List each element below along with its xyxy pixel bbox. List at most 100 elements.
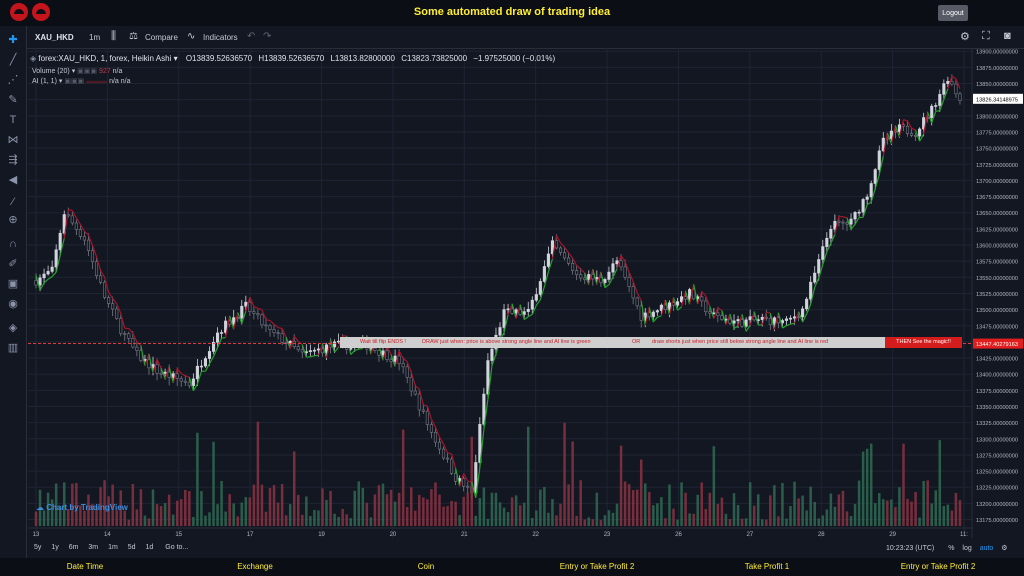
- volume-bar: [946, 504, 950, 526]
- volume-menu-icon[interactable]: ▾: [72, 68, 76, 75]
- volume-bar: [123, 510, 127, 526]
- ai-label[interactable]: AI (1, 1): [32, 78, 57, 85]
- volume-bar: [381, 483, 385, 526]
- price-tick-label: 13275.00000000: [976, 453, 1018, 459]
- ai-line-segment: [657, 315, 662, 318]
- candle-body: [111, 303, 115, 310]
- settings-small-icon[interactable]: ⚙: [1001, 545, 1007, 552]
- tradingview-watermark[interactable]: ☁ Chart by TradingView: [36, 503, 128, 512]
- candle-body: [288, 341, 292, 344]
- logout-button[interactable]: Logout: [938, 5, 968, 21]
- ai-line-segment: [951, 75, 957, 80]
- legend-toggle-icon[interactable]: ◈: [30, 54, 36, 63]
- candle-body: [591, 274, 595, 280]
- candle-body: [308, 350, 312, 352]
- volume-bar: [793, 481, 796, 526]
- volume-bar: [34, 511, 38, 526]
- price-tick-label: 13475.00000000: [976, 324, 1018, 330]
- price-tick-label: 13775.00000000: [976, 130, 1018, 136]
- time-tick-label: 27: [747, 532, 754, 538]
- candle-body: [240, 305, 244, 319]
- volume-bar: [926, 480, 929, 526]
- watermark-text: Chart by TradingView: [46, 503, 128, 512]
- percent-toggle[interactable]: %: [948, 545, 954, 552]
- volume-ma-value: n/a: [112, 68, 123, 75]
- volume-bar: [639, 459, 643, 526]
- goto-button[interactable]: Go to...: [165, 544, 188, 551]
- volume-bar: [284, 515, 288, 526]
- legend-title-row: ◈ forex:XAU_HKD, 1, forex, Heikin Ashi ▾…: [30, 54, 555, 63]
- volume-label[interactable]: Volume (20): [32, 68, 70, 75]
- volume-bar: [595, 492, 599, 526]
- range-3m[interactable]: 3m: [88, 544, 98, 551]
- candle-body: [252, 311, 256, 314]
- price-tick-label: 13400.00000000: [976, 373, 1018, 379]
- range-5d[interactable]: 5d: [128, 544, 136, 551]
- ai-line-segment: [766, 311, 771, 314]
- ai-line-segment: [568, 252, 574, 259]
- price-tick-label: 13850.00000000: [976, 82, 1018, 88]
- candle-body: [567, 257, 571, 264]
- volume-bar: [305, 496, 308, 526]
- candle-body: [950, 81, 954, 85]
- candle-body: [522, 311, 526, 315]
- candle-body: [405, 366, 409, 378]
- log-toggle[interactable]: log: [962, 545, 971, 552]
- volume-bar: [664, 518, 667, 526]
- volume-bar: [902, 443, 905, 526]
- volume-bar: [260, 484, 264, 526]
- candle-body: [784, 318, 789, 321]
- candle-body: [841, 221, 845, 224]
- auto-toggle[interactable]: auto: [980, 545, 994, 552]
- time-tick-label: 11:: [960, 532, 968, 538]
- time-tick-label: 19: [318, 532, 325, 538]
- volume-bar: [680, 482, 683, 526]
- ai-line-segment: [310, 355, 315, 358]
- volume-bar: [599, 519, 603, 526]
- ai-menu-icon[interactable]: ▾: [59, 78, 63, 85]
- volume-bar: [607, 510, 611, 526]
- range-6m[interactable]: 6m: [69, 544, 79, 551]
- volume-bar: [623, 481, 627, 526]
- candle-body: [377, 350, 381, 356]
- candle-body: [280, 333, 284, 343]
- volume-bar: [135, 509, 139, 526]
- range-1y[interactable]: 1y: [51, 544, 58, 551]
- volume-bar: [42, 510, 46, 526]
- chart-frame: ✚ ╱ ⋰ ✎ T ⋈ ⇶ ◀ ⁄ ⊕ ∩ ✐ ▣ ◉ ◈ ▥ XAU_HKD …: [0, 26, 1024, 558]
- time-axis[interactable]: 13 14 15 17 19 20 21 22 23 26 27 28 29 11:: [28, 527, 972, 538]
- range-1m[interactable]: 1m: [108, 544, 118, 551]
- legend-menu-icon[interactable]: ▾: [174, 54, 178, 63]
- candle-body: [680, 296, 684, 302]
- candle-body: [90, 250, 95, 263]
- candle-body: [490, 348, 494, 361]
- volume-bar: [184, 489, 187, 526]
- volume-controls-icon[interactable]: ▣▣▣: [77, 68, 97, 75]
- ai-controls-icon[interactable]: ▣▣▣: [64, 78, 84, 85]
- volume-bar: [914, 492, 917, 526]
- candle-body: [421, 409, 425, 412]
- candle-body: [389, 359, 393, 362]
- candle-body: [873, 169, 877, 184]
- candle-body: [163, 371, 167, 374]
- range-5y[interactable]: 5y: [34, 544, 41, 551]
- volume-bar: [748, 482, 752, 526]
- ai-line-segment: [790, 322, 795, 325]
- candle-body: [732, 320, 736, 324]
- volume-bar: [272, 485, 276, 526]
- price-tick-label: 13800.00000000: [976, 114, 1018, 120]
- candle-body: [413, 390, 417, 395]
- candle-body: [909, 133, 914, 136]
- volume-bar: [958, 500, 962, 526]
- ai-line-segment: [903, 119, 908, 122]
- volume-bar: [619, 445, 623, 526]
- chart-area[interactable]: 13900.00000000 13875.00000000 13850.000000…: [0, 26, 1024, 558]
- volume-bar: [857, 480, 861, 526]
- volume-legend-row: Volume (20) ▾ ▣▣▣ 927 n/a: [32, 67, 122, 75]
- ai-line-segment: [523, 316, 529, 321]
- utc-clock[interactable]: 10:23:23 (UTC): [886, 545, 934, 552]
- candle-body: [195, 365, 199, 380]
- range-1d[interactable]: 1d: [146, 544, 154, 551]
- volume-bar: [422, 497, 425, 526]
- price-axis[interactable]: 13900.00000000 13875.00000000 13850.000000…: [971, 48, 1023, 538]
